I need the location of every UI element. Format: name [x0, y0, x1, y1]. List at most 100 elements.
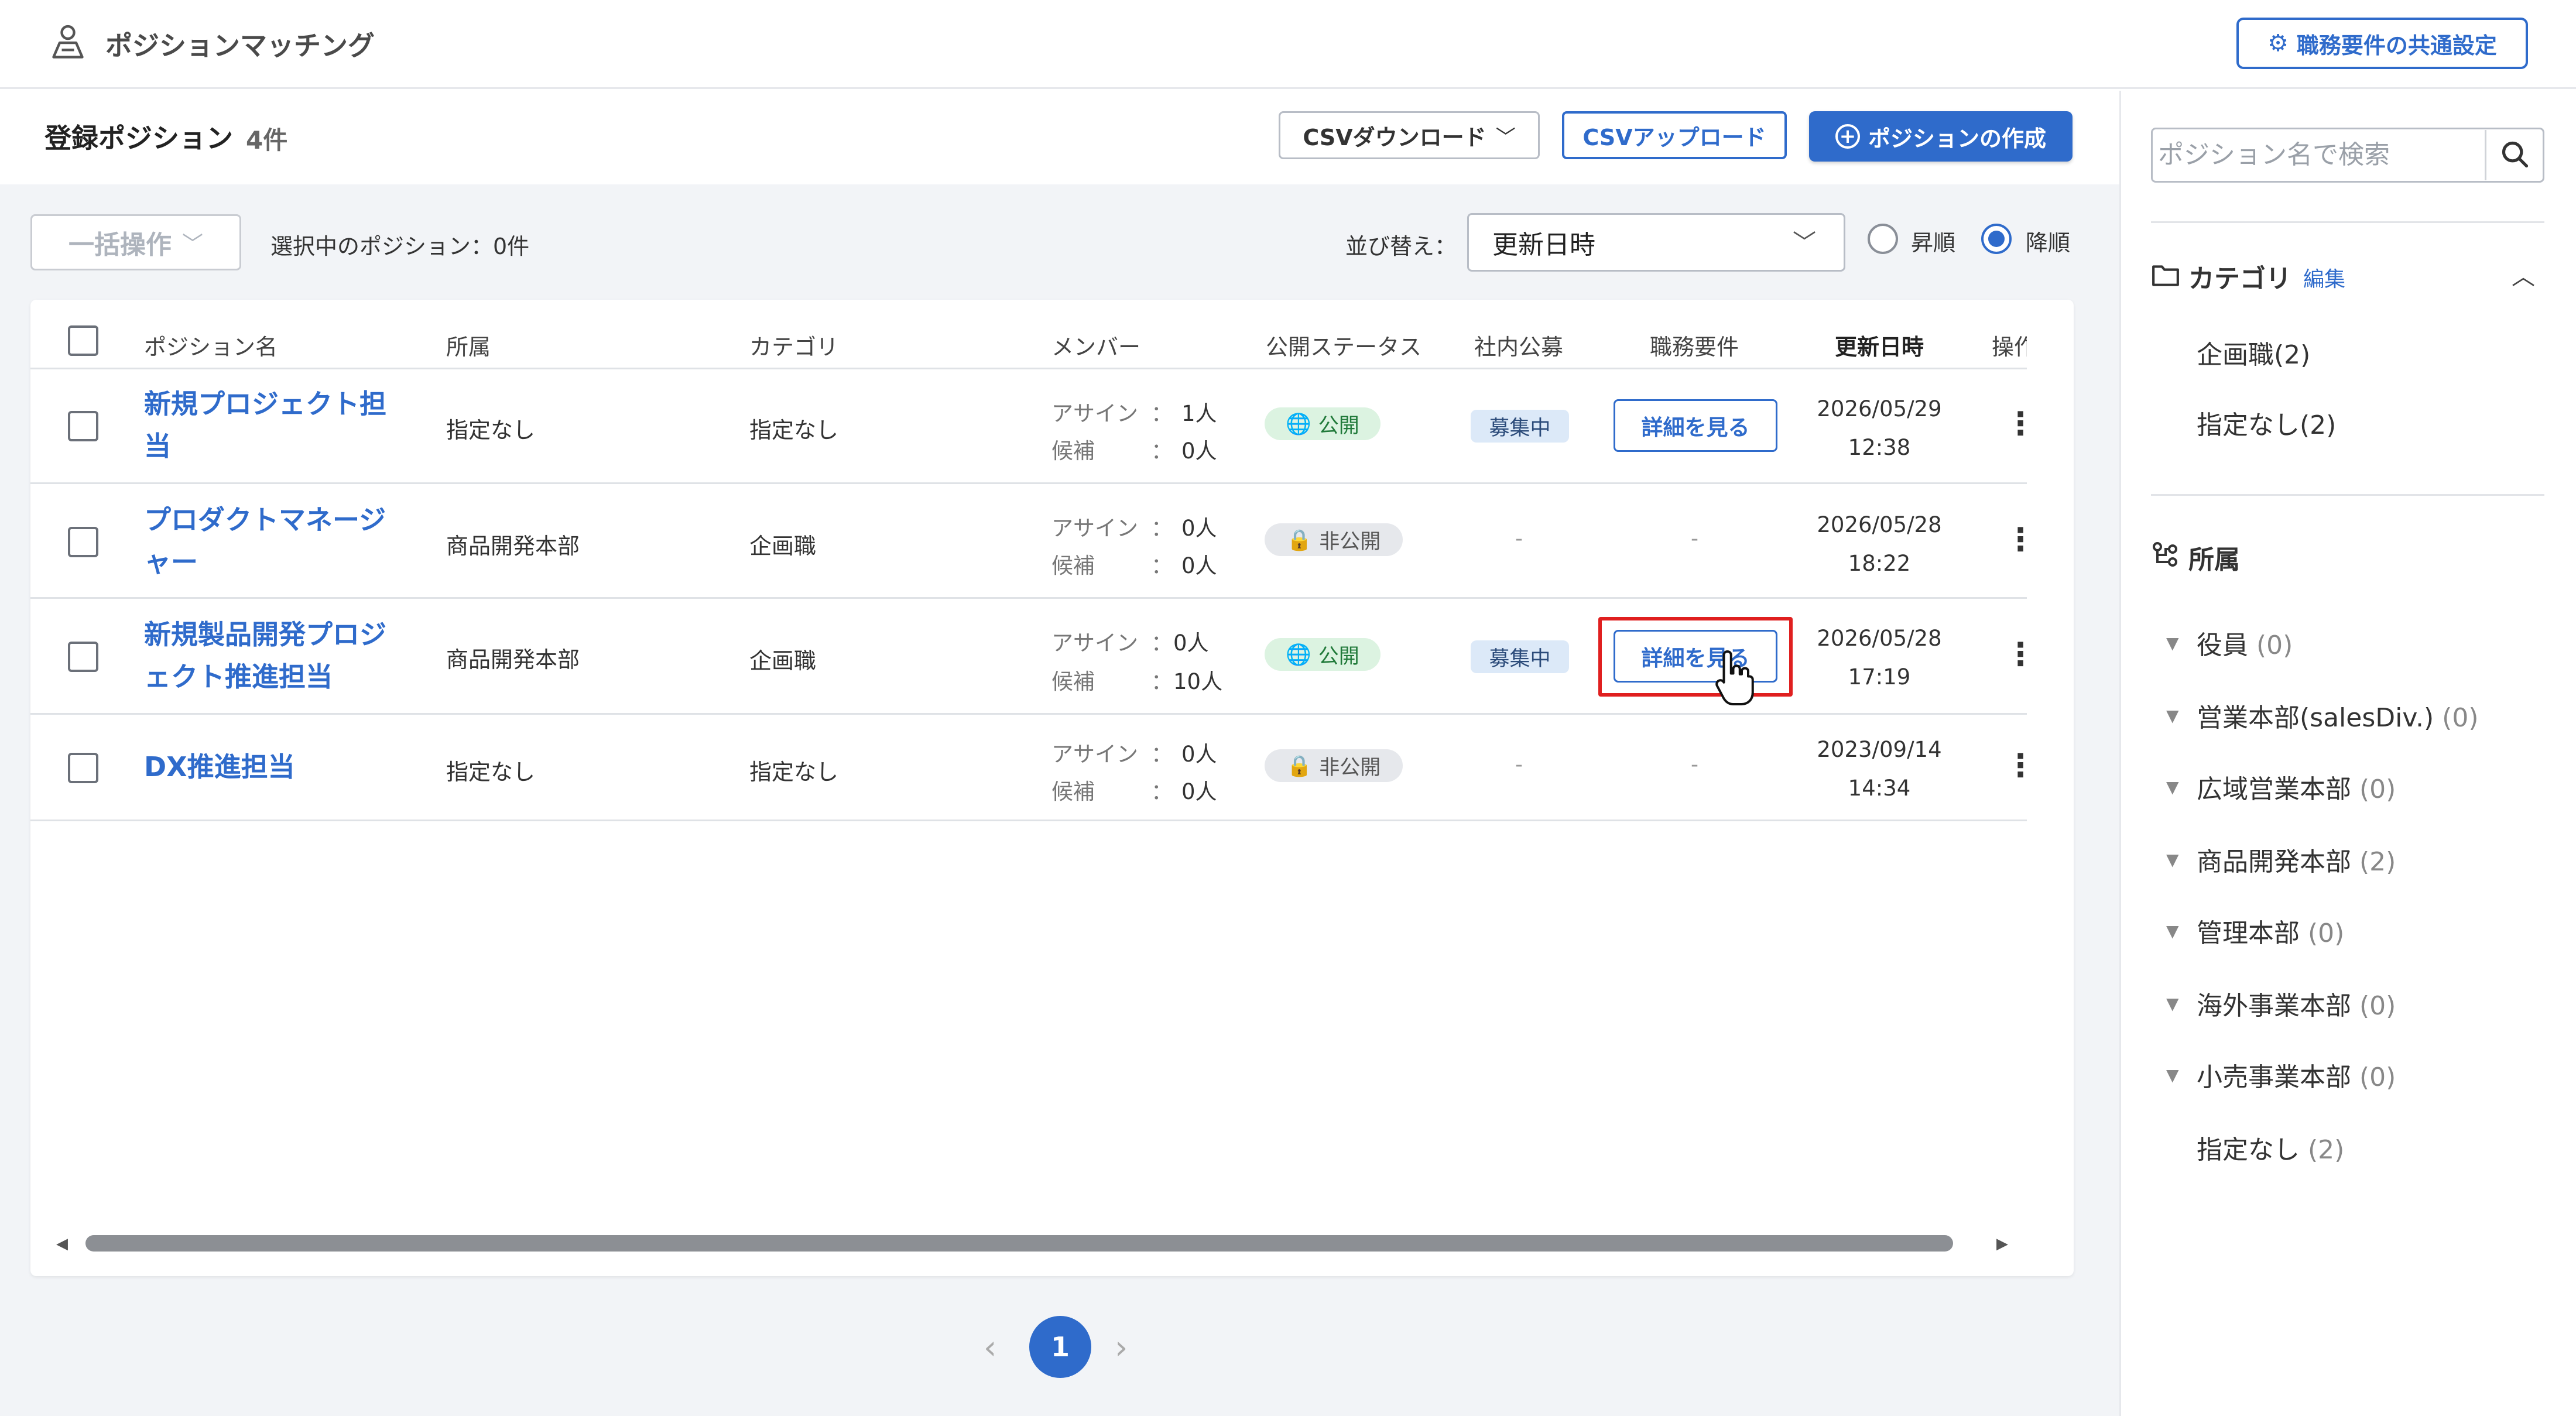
order-asc-radio[interactable]	[1868, 224, 1898, 254]
expand-triangle-icon[interactable]: ▼	[2166, 706, 2179, 725]
department-count: (0)	[2359, 991, 2396, 1021]
status-badge: 🔒 非公開	[1265, 749, 1403, 782]
chevron-up-icon[interactable]: ︿	[2512, 258, 2535, 292]
assign-label: アサイン	[1051, 401, 1138, 426]
status-label: 公開	[1318, 414, 1359, 438]
scroll-right-arrow-icon[interactable]: ▶	[1996, 1235, 2008, 1253]
bulk-action-button[interactable]: 一括操作 ﹀	[30, 214, 241, 270]
folder-icon	[2152, 265, 2179, 286]
position-name-line: 当	[144, 430, 171, 462]
status-label: 非公開	[1319, 530, 1381, 554]
department-filter-item[interactable]: 広域営業本部 (0)	[2197, 768, 2396, 805]
row-checkbox[interactable]	[68, 527, 98, 557]
column-header-members: メンバー	[1051, 334, 1141, 360]
candidate-colon: ：	[1151, 669, 1173, 694]
sort-select[interactable]: 更新日時	[1467, 213, 1845, 272]
department-cell: 指定なし	[446, 759, 536, 785]
updated-time: 12:38	[1848, 435, 1911, 460]
category-edit-link[interactable]: 編集	[2303, 262, 2345, 293]
column-header-updated-at[interactable]: 更新日時	[1835, 329, 1924, 361]
more-actions-icon[interactable]: ⋮	[2005, 405, 2036, 442]
category-filter-item[interactable]: 企画職(2)	[2197, 334, 2310, 371]
column-header-recruitment: 社内公募	[1474, 334, 1564, 360]
chevron-down-icon: ﹀	[1793, 229, 1816, 256]
app-logo-icon	[52, 25, 84, 59]
department-filter-item[interactable]: 営業本部(salesDiv.) (0)	[2197, 697, 2478, 734]
divider	[30, 713, 2027, 715]
department-count: (2)	[2359, 847, 2396, 877]
position-name-link[interactable]: 新規プロジェクト担 当	[144, 383, 402, 467]
assign-label: アサイン	[1051, 630, 1138, 656]
org-tree-icon	[2153, 542, 2177, 567]
recruitment-empty: -	[1515, 527, 1523, 551]
status-label: 非公開	[1319, 756, 1381, 780]
list-header	[0, 91, 2119, 184]
row-checkbox[interactable]	[68, 411, 98, 441]
expand-triangle-icon[interactable]: ▼	[2166, 633, 2179, 653]
updated-at-cell: 2026/05/29 12:38	[1809, 390, 1950, 467]
select-all-checkbox[interactable]	[68, 325, 98, 356]
create-position-button[interactable]: + ポジションの作成	[1809, 111, 2073, 162]
updated-date: 2026/05/28	[1817, 512, 1942, 537]
department-filter-item[interactable]: 指定なし (2)	[2197, 1129, 2344, 1166]
csv-upload-button[interactable]: CSVアップロード	[1562, 111, 1787, 159]
order-desc-radio[interactable]	[1981, 224, 2012, 254]
column-header-category: カテゴリ	[749, 334, 839, 360]
assign-colon: ：	[1151, 516, 1173, 541]
assign-colon: ：	[1151, 742, 1173, 767]
horizontal-scrollbar-thumb[interactable]	[85, 1235, 1953, 1252]
previous-page-icon[interactable]: ‹	[984, 1329, 996, 1367]
row-checkbox[interactable]	[68, 753, 98, 783]
csv-download-button[interactable]: CSVダウンロード ﹀	[1279, 111, 1540, 159]
divider	[30, 820, 2027, 821]
expand-triangle-icon[interactable]: ▼	[2166, 777, 2179, 797]
category-cell: 企画職	[749, 648, 817, 674]
scroll-left-arrow-icon[interactable]: ◀	[56, 1235, 68, 1253]
position-name-line: ャー	[144, 546, 198, 578]
page-number-button[interactable]: 1	[1029, 1316, 1091, 1378]
search-input[interactable]	[2158, 133, 2480, 176]
column-header-name[interactable]: ポジション名	[144, 329, 278, 361]
department-count: (0)	[2359, 774, 2396, 804]
divider	[30, 597, 2027, 599]
expand-triangle-icon[interactable]: ▼	[2166, 1065, 2179, 1085]
column-header-status: 公開ステータス	[1266, 334, 1422, 360]
expand-triangle-icon[interactable]: ▼	[2166, 850, 2179, 869]
csv-download-label: CSVダウンロード	[1303, 124, 1486, 150]
candidate-count: 0人	[1181, 553, 1217, 578]
department-filter-item[interactable]: 管理本部 (0)	[2197, 912, 2344, 949]
more-actions-icon[interactable]: ⋮	[2005, 521, 2036, 558]
next-page-icon[interactable]: ›	[1115, 1329, 1128, 1367]
search-icon[interactable]	[2500, 139, 2530, 170]
expand-triangle-icon[interactable]: ▼	[2166, 921, 2179, 941]
position-name-link[interactable]: DX推進担当	[144, 746, 402, 788]
recruitment-badge: 募集中	[1471, 410, 1569, 443]
row-checkbox[interactable]	[68, 642, 98, 672]
updated-date: 2026/05/29	[1817, 396, 1942, 421]
department-filter-item[interactable]: 役員 (0)	[2197, 624, 2293, 661]
candidate-colon: ：	[1151, 438, 1173, 464]
position-name-line: プロダクトマネージ	[144, 504, 386, 536]
category-cell: 指定なし	[749, 759, 839, 785]
category-filter-item[interactable]: 指定なし(2)	[2197, 404, 2336, 441]
recruitment-badge: 募集中	[1471, 640, 1569, 673]
view-requirements-button[interactable]: 詳細を見る	[1614, 399, 1777, 452]
department-filter-item[interactable]: 商品開発本部 (2)	[2197, 841, 2396, 878]
more-actions-icon[interactable]: ⋮	[2005, 747, 2036, 784]
department-label: 小売事業本部	[2197, 1062, 2351, 1092]
department-filter-item[interactable]: 小売事業本部 (0)	[2197, 1056, 2396, 1093]
column-header-department: 所属	[446, 334, 491, 360]
assign-count: 0人	[1173, 630, 1209, 656]
department-filter-item[interactable]: 海外事業本部 (0)	[2197, 985, 2396, 1022]
chevron-down-icon: ﹀	[1495, 125, 1516, 149]
more-actions-icon[interactable]: ⋮	[2005, 636, 2036, 673]
chevron-down-icon: ﹀	[181, 232, 203, 256]
position-name-link[interactable]: プロダクトマネージ ャー	[144, 499, 402, 583]
common-requirements-settings-button[interactable]: ⚙ 職務要件の共通設定	[2236, 18, 2528, 69]
updated-at-cell: 2023/09/14 14:34	[1809, 731, 1950, 808]
assign-count: 0人	[1181, 516, 1217, 541]
position-name-link[interactable]: 新規製品開発プロジ ェクト推進担当	[144, 613, 402, 698]
expand-triangle-icon[interactable]: ▼	[2166, 994, 2179, 1013]
selected-count-label: 選択中のポジション：0件	[270, 234, 530, 259]
updated-date: 2023/09/14	[1817, 737, 1942, 762]
